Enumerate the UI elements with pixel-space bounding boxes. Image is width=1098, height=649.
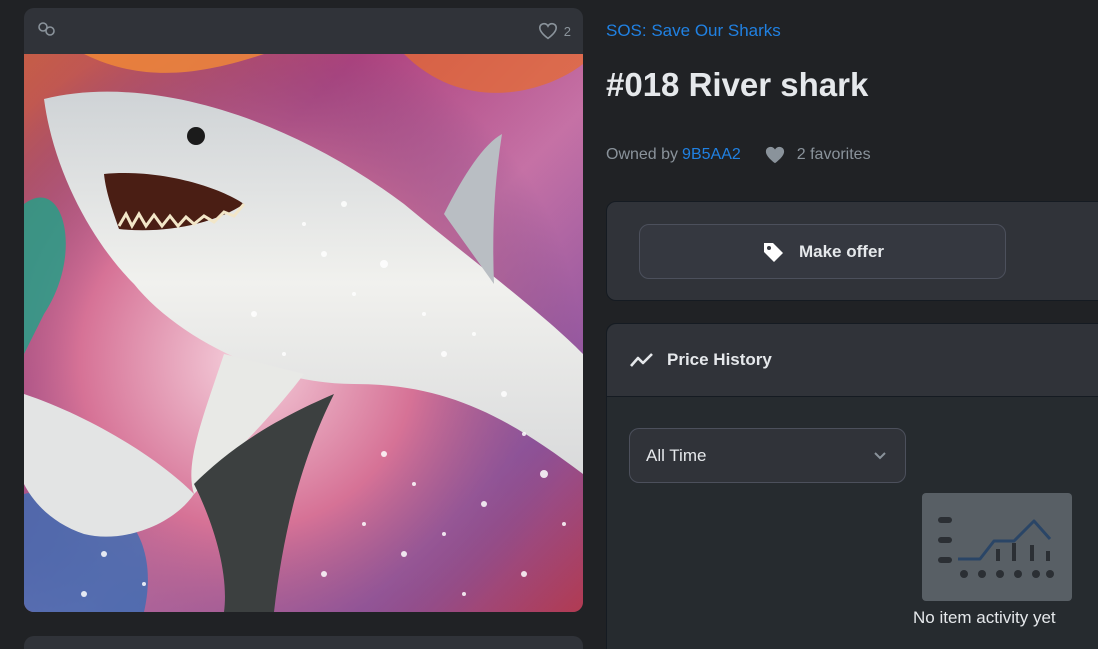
owned-by-label: Owned by bbox=[606, 146, 679, 163]
collection-link[interactable]: SOS: Save Our Sharks bbox=[606, 21, 781, 41]
price-history-header[interactable]: Price History bbox=[607, 324, 1098, 397]
time-range-select[interactable]: All Time bbox=[629, 428, 906, 483]
favorite-count: 2 bbox=[563, 23, 571, 39]
favorite-toggle[interactable]: 2 bbox=[538, 22, 571, 40]
time-range-value: All Time bbox=[646, 445, 707, 465]
shark-artwork-image[interactable] bbox=[24, 54, 583, 612]
trend-line-icon bbox=[630, 353, 653, 367]
item-title: #018 River shark bbox=[606, 66, 869, 103]
price-history-panel: Price History All Time No item activity … bbox=[606, 323, 1098, 649]
chevron-down-icon bbox=[874, 451, 886, 459]
item-details-card bbox=[24, 636, 583, 649]
heart-outline-icon bbox=[538, 22, 557, 40]
make-offer-button[interactable]: Make offer bbox=[639, 224, 1006, 279]
heart-filled-icon bbox=[765, 146, 784, 164]
favorites-count: 2 favorites bbox=[796, 146, 871, 163]
empty-state-message: No item activity yet bbox=[913, 608, 1056, 627]
favorites-info: 2 favorites bbox=[763, 145, 871, 165]
owner-link[interactable]: 9B5AA2 bbox=[682, 146, 741, 164]
empty-chart-icon bbox=[922, 493, 1072, 601]
tag-icon bbox=[763, 242, 783, 262]
link-icon[interactable] bbox=[38, 21, 56, 41]
price-history-title: Price History bbox=[667, 350, 772, 369]
owner-row: Owned by 9B5AA2 2 favorites bbox=[606, 145, 871, 165]
item-image-card: 2 bbox=[24, 8, 583, 612]
image-card-header: 2 bbox=[24, 8, 583, 54]
make-offer-label: Make offer bbox=[798, 241, 885, 261]
offer-panel: Make offer bbox=[606, 201, 1098, 301]
